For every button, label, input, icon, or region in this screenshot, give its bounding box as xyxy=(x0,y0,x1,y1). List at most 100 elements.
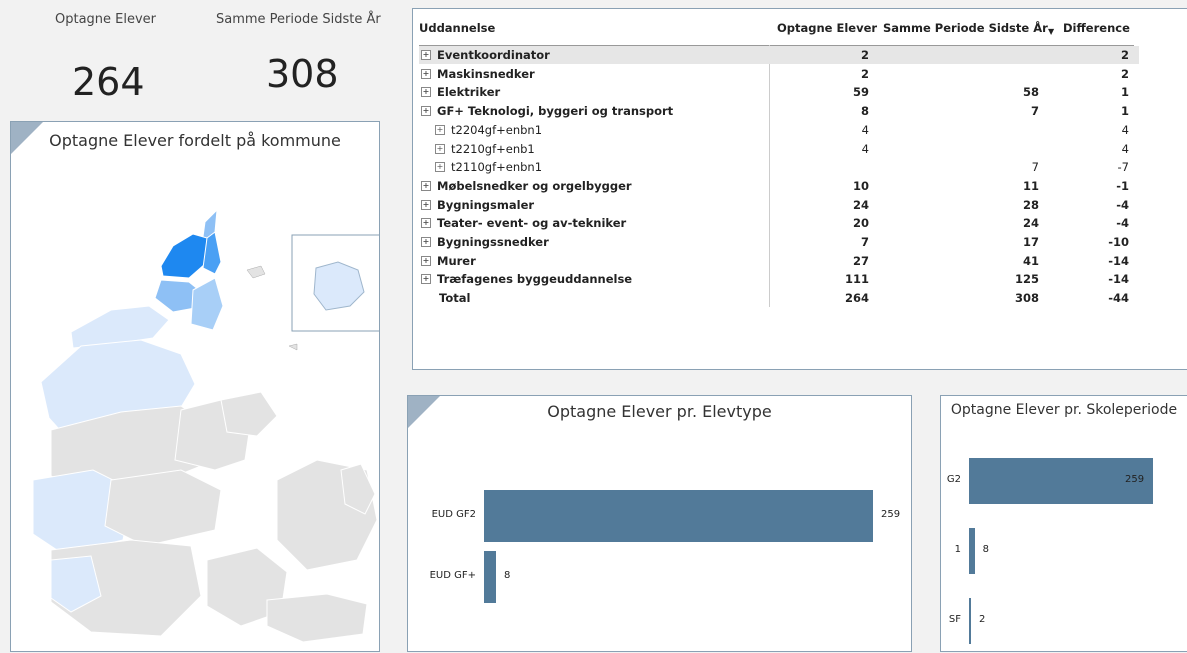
kpi-optagne-label: Optagne Elever xyxy=(55,12,157,27)
table-row[interactable]: + Murer 27 41 -14 xyxy=(419,252,1139,270)
table-row[interactable]: + t2210gf+enb1 4 4 xyxy=(419,140,1139,158)
expand-icon[interactable]: + xyxy=(435,143,445,154)
row-label: Bygningsmaler xyxy=(437,197,535,212)
row-label: Elektriker xyxy=(437,85,501,100)
map-region-vejle xyxy=(104,469,222,547)
bar-category-label: 1 xyxy=(954,544,961,555)
optagne-cell: 2 xyxy=(860,66,869,81)
optagne-cell: 111 xyxy=(844,272,869,287)
kpi-samme-value: 308 xyxy=(266,52,339,96)
table-row[interactable]: + Bygningssnedker 7 17 -10 xyxy=(419,233,1139,251)
samme-cell: 125 xyxy=(1014,272,1039,287)
difference-cell: 4 xyxy=(1121,141,1129,156)
row-label: Total xyxy=(439,291,471,306)
table-row[interactable]: + Maskinsnedker 2 2 xyxy=(419,65,1139,83)
expand-icon[interactable]: + xyxy=(421,199,431,210)
samme-cell: 308 xyxy=(1014,291,1039,306)
row-label: GF+ Teknologi, byggeri og transport xyxy=(437,104,674,119)
map-panel: Optagne Elever fordelt på kommune xyxy=(10,121,380,652)
col-header-difference[interactable]: Difference xyxy=(1063,21,1130,35)
samme-cell: 11 xyxy=(1022,178,1039,193)
table-row[interactable]: + t2110gf+enbn1 7 -7 xyxy=(419,158,1139,176)
optagne-cell: 4 xyxy=(861,141,869,156)
expand-icon[interactable]: + xyxy=(421,180,431,191)
samme-cell: 17 xyxy=(1022,235,1039,249)
row-label: Træfagenes byggeuddannelse xyxy=(437,272,633,287)
difference-cell: 1 xyxy=(1120,104,1129,119)
expand-icon[interactable]: + xyxy=(421,237,431,247)
bar-value-label: 2 xyxy=(979,614,986,625)
bar-category-label: EUD GF+ xyxy=(429,570,476,581)
skoleperiode-chart-panel: Optagne Elever pr. Skoleperiode G2 259 1 8 S… xyxy=(940,395,1187,652)
expand-icon[interactable]: + xyxy=(421,274,431,285)
bar-value-label: 8 xyxy=(982,544,990,555)
bar-mark[interactable] xyxy=(969,598,971,644)
table-row[interactable]: + Træfagenes byggeuddannelse 111 125 -14 xyxy=(419,270,1139,288)
difference-cell: 1 xyxy=(1120,85,1129,100)
optagne-cell: 264 xyxy=(844,291,869,306)
kpi-samme-label: Samme Periode Sidste År xyxy=(216,12,381,27)
bar-mark[interactable] xyxy=(484,490,873,542)
difference-cell: 4 xyxy=(1121,122,1129,137)
optagne-cell: 24 xyxy=(852,197,869,212)
difference-cell: 2 xyxy=(1120,66,1129,81)
uddannelse-table: Uddannelse Optagne Elever Samme Periode … xyxy=(412,8,1187,370)
table-row[interactable]: + Teater- event- og av-tekniker 20 24 -4 xyxy=(419,214,1139,232)
bar-category-label: G2 xyxy=(946,474,961,485)
difference-cell: -7 xyxy=(1117,160,1129,175)
difference-cell: -1 xyxy=(1116,178,1129,193)
col-header-uddannelse[interactable]: Uddannelse xyxy=(419,21,495,35)
bar-value-label: 259 xyxy=(881,509,901,520)
row-label: t2210gf+enb1 xyxy=(451,141,535,156)
map-region-lolland xyxy=(266,593,368,643)
row-label: Murer xyxy=(437,253,476,268)
optagne-cell: 20 xyxy=(852,216,869,231)
samme-cell: 7 xyxy=(1030,104,1039,119)
difference-cell: -14 xyxy=(1108,253,1129,268)
expand-icon[interactable]: + xyxy=(421,50,431,60)
optagne-cell: 7 xyxy=(860,235,869,249)
table-row[interactable]: + Bygningsmaler 24 28 -4 xyxy=(419,196,1139,214)
bar-value-label: 259 xyxy=(1125,474,1145,485)
map-region-djursland xyxy=(220,391,278,437)
table-row[interactable]: + Eventkoordinator 2 2 xyxy=(419,46,1139,64)
samme-cell: 58 xyxy=(1022,85,1039,100)
map-region-laeso xyxy=(246,265,266,279)
bar-value-label: 8 xyxy=(504,570,511,581)
difference-cell: -44 xyxy=(1108,291,1129,306)
row-label: Teater- event- og av-tekniker xyxy=(437,216,627,231)
expand-icon[interactable]: + xyxy=(421,255,431,266)
optagne-cell: 27 xyxy=(852,253,869,268)
map-region-hjoerring xyxy=(160,233,208,279)
optagne-cell: 8 xyxy=(860,104,869,119)
denmark-map[interactable] xyxy=(11,150,379,650)
table-row[interactable]: + Møbelsnedker og orgelbygger 10 11 -1 xyxy=(419,177,1139,195)
expand-icon[interactable]: + xyxy=(435,124,445,135)
elevtype-chart: EUD GF2 259 EUD GF+ 8 xyxy=(408,396,913,653)
expand-icon[interactable]: + xyxy=(421,87,431,98)
samme-cell: 41 xyxy=(1022,253,1039,268)
table-row[interactable]: + GF+ Teknologi, byggeri og transport 8 7 1 xyxy=(419,102,1139,120)
expand-icon[interactable]: + xyxy=(435,162,445,173)
expand-icon[interactable]: + xyxy=(421,106,431,117)
expand-icon[interactable]: + xyxy=(421,68,431,79)
table-row[interactable]: + t2204gf+enbn1 4 4 xyxy=(419,121,1139,139)
bar-category-label: SF xyxy=(948,614,961,625)
samme-cell: 7 xyxy=(1031,160,1039,175)
difference-cell: -14 xyxy=(1108,272,1129,287)
expand-icon[interactable]: + xyxy=(421,218,431,229)
col-header-samme[interactable]: Samme Periode Sidste År xyxy=(883,21,1048,35)
elevtype-chart-panel: Optagne Elever pr. Elevtype EUD GF2 259 EU… xyxy=(407,395,912,652)
optagne-cell: 10 xyxy=(852,178,869,193)
table-total-row[interactable]: Total 264 308 -44 xyxy=(419,289,1139,307)
row-label: t2204gf+enbn1 xyxy=(451,122,543,137)
bar-mark[interactable] xyxy=(484,551,496,603)
difference-cell: 2 xyxy=(1120,48,1129,62)
table-row[interactable]: + Elektriker 59 58 1 xyxy=(419,83,1139,101)
sort-desc-icon[interactable]: ▼ xyxy=(1048,27,1054,36)
bar-category-label: EUD GF2 xyxy=(431,509,476,520)
map-title: Optagne Elever fordelt på kommune xyxy=(49,131,341,150)
bar-mark[interactable] xyxy=(969,528,975,574)
difference-cell: -10 xyxy=(1108,235,1129,249)
col-header-optagne[interactable]: Optagne Elever xyxy=(777,21,877,35)
